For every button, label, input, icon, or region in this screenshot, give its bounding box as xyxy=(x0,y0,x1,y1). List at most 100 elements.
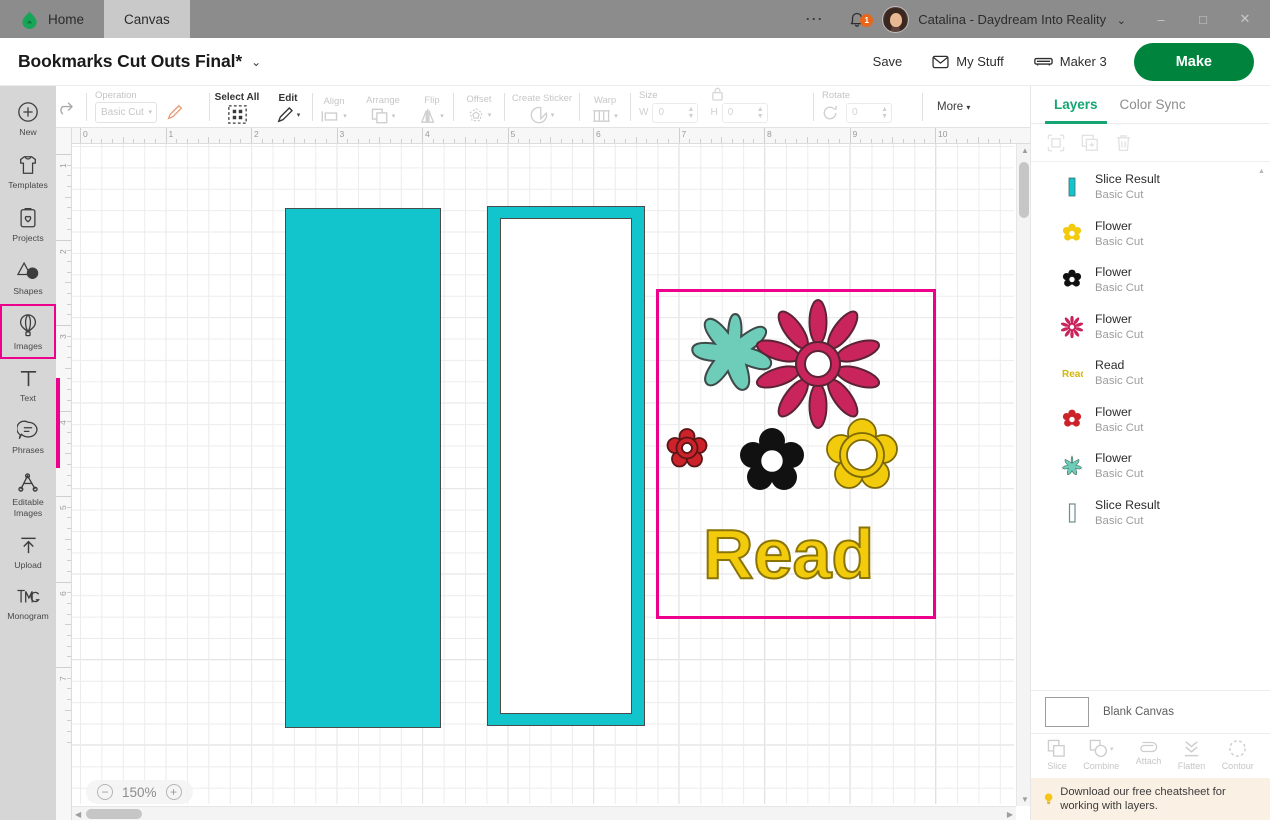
scroll-right-arrow-icon[interactable]: ▶ xyxy=(1007,810,1013,819)
operation-select[interactable]: Basic Cut ▾ xyxy=(95,101,157,123)
layers-scroll-up-icon[interactable]: ▲ xyxy=(1258,168,1265,175)
create-sticker-button[interactable]: Create Sticker ▾ xyxy=(505,86,579,128)
design-grid[interactable]: Read xyxy=(72,144,1014,804)
rotate-icon[interactable] xyxy=(822,105,839,121)
scroll-down-arrow-icon[interactable]: ▼ xyxy=(1021,795,1029,804)
layer-row[interactable]: Flower Basic Cut xyxy=(1031,443,1270,490)
blank-canvas-swatch[interactable] xyxy=(1045,697,1089,727)
tool-flatten-button[interactable]: Flatten xyxy=(1178,739,1205,771)
layer-actions xyxy=(1031,124,1270,162)
layers-scrollbar[interactable]: ▲ xyxy=(1258,168,1266,686)
flip-button[interactable]: Flip ▾ xyxy=(411,86,453,128)
arrange-button[interactable]: Arrange ▾ xyxy=(355,86,411,128)
project-menu-chevron-icon[interactable]: ⌄ xyxy=(251,55,261,69)
window-minimize-button[interactable]: – xyxy=(1140,0,1182,38)
sidebar-item-monogram[interactable]: Monogram xyxy=(0,578,56,629)
tool-contour-button[interactable]: Contour xyxy=(1222,739,1254,771)
zoom-level-label: 150% xyxy=(122,784,157,800)
ruler-v-tick xyxy=(65,538,71,540)
flip-icon xyxy=(421,108,435,123)
zoom-in-button[interactable]: + xyxy=(165,784,182,800)
select-all-button[interactable]: Select All xyxy=(210,86,264,128)
make-button[interactable]: Make xyxy=(1133,42,1254,81)
layer-name: Flower xyxy=(1095,311,1132,326)
sidebar-item-shapes[interactable]: Shapes xyxy=(0,251,56,304)
layer-row[interactable]: Flower Basic Cut xyxy=(1031,304,1270,351)
shape-bookmark-solid[interactable] xyxy=(285,208,441,728)
edit-button[interactable]: Edit ▾ xyxy=(264,86,312,128)
redo-button[interactable] xyxy=(55,99,74,115)
chevron-down-icon: ▾ xyxy=(1109,745,1114,753)
canvas-vertical-scrollbar[interactable]: ▲ ▼ xyxy=(1016,144,1030,806)
sidebar-item-new[interactable]: New xyxy=(0,92,56,145)
layers-list[interactable]: Slice Result Basic Cut Flower Basic Cut Flow… xyxy=(1031,164,1270,690)
tab-canvas[interactable]: Canvas xyxy=(104,0,190,38)
layer-name: Slice Result xyxy=(1095,172,1160,187)
sidebar-item-templates[interactable]: Templates xyxy=(0,145,56,198)
layer-row[interactable]: Slice Result Basic Cut xyxy=(1031,490,1270,537)
tool-combine-button[interactable]: ▾ Combine xyxy=(1083,739,1119,771)
user-menu[interactable]: Catalina - Daydream Into Reality ⌄ xyxy=(918,12,1126,27)
sidebar-item-upload[interactable]: Upload xyxy=(0,526,56,578)
tab-layers[interactable]: Layers xyxy=(1043,86,1109,124)
avatar[interactable] xyxy=(882,5,910,33)
canvas-background-row[interactable]: Blank Canvas xyxy=(1031,690,1270,734)
layer-row[interactable]: Slice Result Basic Cut xyxy=(1031,164,1270,211)
tab-color-sync[interactable]: Color Sync xyxy=(1109,86,1197,123)
shape-bookmark-frame[interactable] xyxy=(487,206,645,726)
sidebar-item-phrases[interactable]: Phrases xyxy=(0,411,56,463)
sidebar-item-text[interactable]: Text xyxy=(0,359,56,411)
more-button[interactable]: More ▾ xyxy=(923,101,970,113)
ruler-v-tick xyxy=(56,154,71,155)
layer-row[interactable]: Read Read Basic Cut xyxy=(1031,350,1270,397)
vertical-scroll-thumb[interactable] xyxy=(1019,162,1029,218)
sidebar-item-editable-images[interactable]: Editable Images xyxy=(0,463,56,526)
horizontal-scroll-thumb[interactable] xyxy=(86,809,142,819)
sidebar-item-images[interactable]: Images xyxy=(0,304,56,359)
scroll-left-arrow-icon[interactable]: ◀ xyxy=(75,810,81,819)
canvas-horizontal-scrollbar[interactable]: ◀ ▶ xyxy=(72,806,1016,820)
scroll-up-arrow-icon[interactable]: ▲ xyxy=(1021,146,1029,155)
notification-bell-button[interactable]: 1 xyxy=(838,10,876,29)
tool-slice-button[interactable]: Slice xyxy=(1047,739,1067,771)
ruler-v-tick xyxy=(67,389,71,391)
offset-button[interactable]: Offset ▾ xyxy=(454,86,504,128)
delete-icon[interactable] xyxy=(1115,134,1132,152)
layer-row[interactable]: Flower Basic Cut xyxy=(1031,397,1270,444)
selection-bounding-box[interactable]: Read xyxy=(656,289,936,619)
ruler-v-tick xyxy=(67,357,71,359)
my-stuff-button[interactable]: My Stuff xyxy=(917,54,1018,69)
layer-thumbnail xyxy=(1061,315,1083,338)
ruler-v-tick xyxy=(65,196,71,198)
align-button[interactable]: Align ▾ xyxy=(313,86,355,128)
height-input[interactable]: 0 ▲ ▼ xyxy=(721,102,768,123)
window-maximize-button[interactable]: □ xyxy=(1182,0,1224,38)
lock-icon[interactable] xyxy=(711,87,724,101)
layer-thumbnail-bar-outline xyxy=(1068,503,1076,523)
layer-name: Flower xyxy=(1095,404,1132,419)
duplicate-icon[interactable] xyxy=(1081,134,1099,152)
tool-attach-button[interactable]: Attach xyxy=(1136,739,1161,766)
ruler-h-tick xyxy=(272,139,274,143)
warp-button[interactable]: Warp ▾ xyxy=(580,86,630,128)
machine-selector-button[interactable]: Maker 3 xyxy=(1019,54,1122,69)
zoom-out-button[interactable]: − xyxy=(97,784,113,800)
more-dots-icon[interactable]: ⋯ xyxy=(791,9,839,30)
window-close-button[interactable]: ✕ xyxy=(1224,0,1266,38)
ruler-h-tick xyxy=(935,128,936,143)
sidebar-item-projects[interactable]: Projects xyxy=(0,198,56,251)
zoom-control[interactable]: − 150% + xyxy=(86,780,193,804)
canvas-area[interactable]: 0 1 2 3 4 5 6 7 8 9 10 1234567 Read − 15… xyxy=(56,128,1030,820)
pen-color-icon[interactable] xyxy=(166,104,183,121)
rotate-input[interactable]: 0 ▲ ▼ xyxy=(846,102,892,123)
ruler-h-tick xyxy=(582,139,584,143)
layer-row[interactable]: Flower Basic Cut xyxy=(1031,211,1270,258)
save-button[interactable]: Save xyxy=(858,54,918,69)
ruler-v-tick xyxy=(67,613,71,615)
width-input[interactable]: 0 ▲ ▼ xyxy=(652,102,699,123)
cheatsheet-banner[interactable]: Download our free cheatsheet for working… xyxy=(1031,778,1270,820)
layer-row[interactable]: Flower Basic Cut xyxy=(1031,257,1270,304)
ruler-v-tick xyxy=(56,325,71,326)
tab-home[interactable]: Home xyxy=(0,0,104,38)
group-icon[interactable] xyxy=(1047,134,1065,152)
